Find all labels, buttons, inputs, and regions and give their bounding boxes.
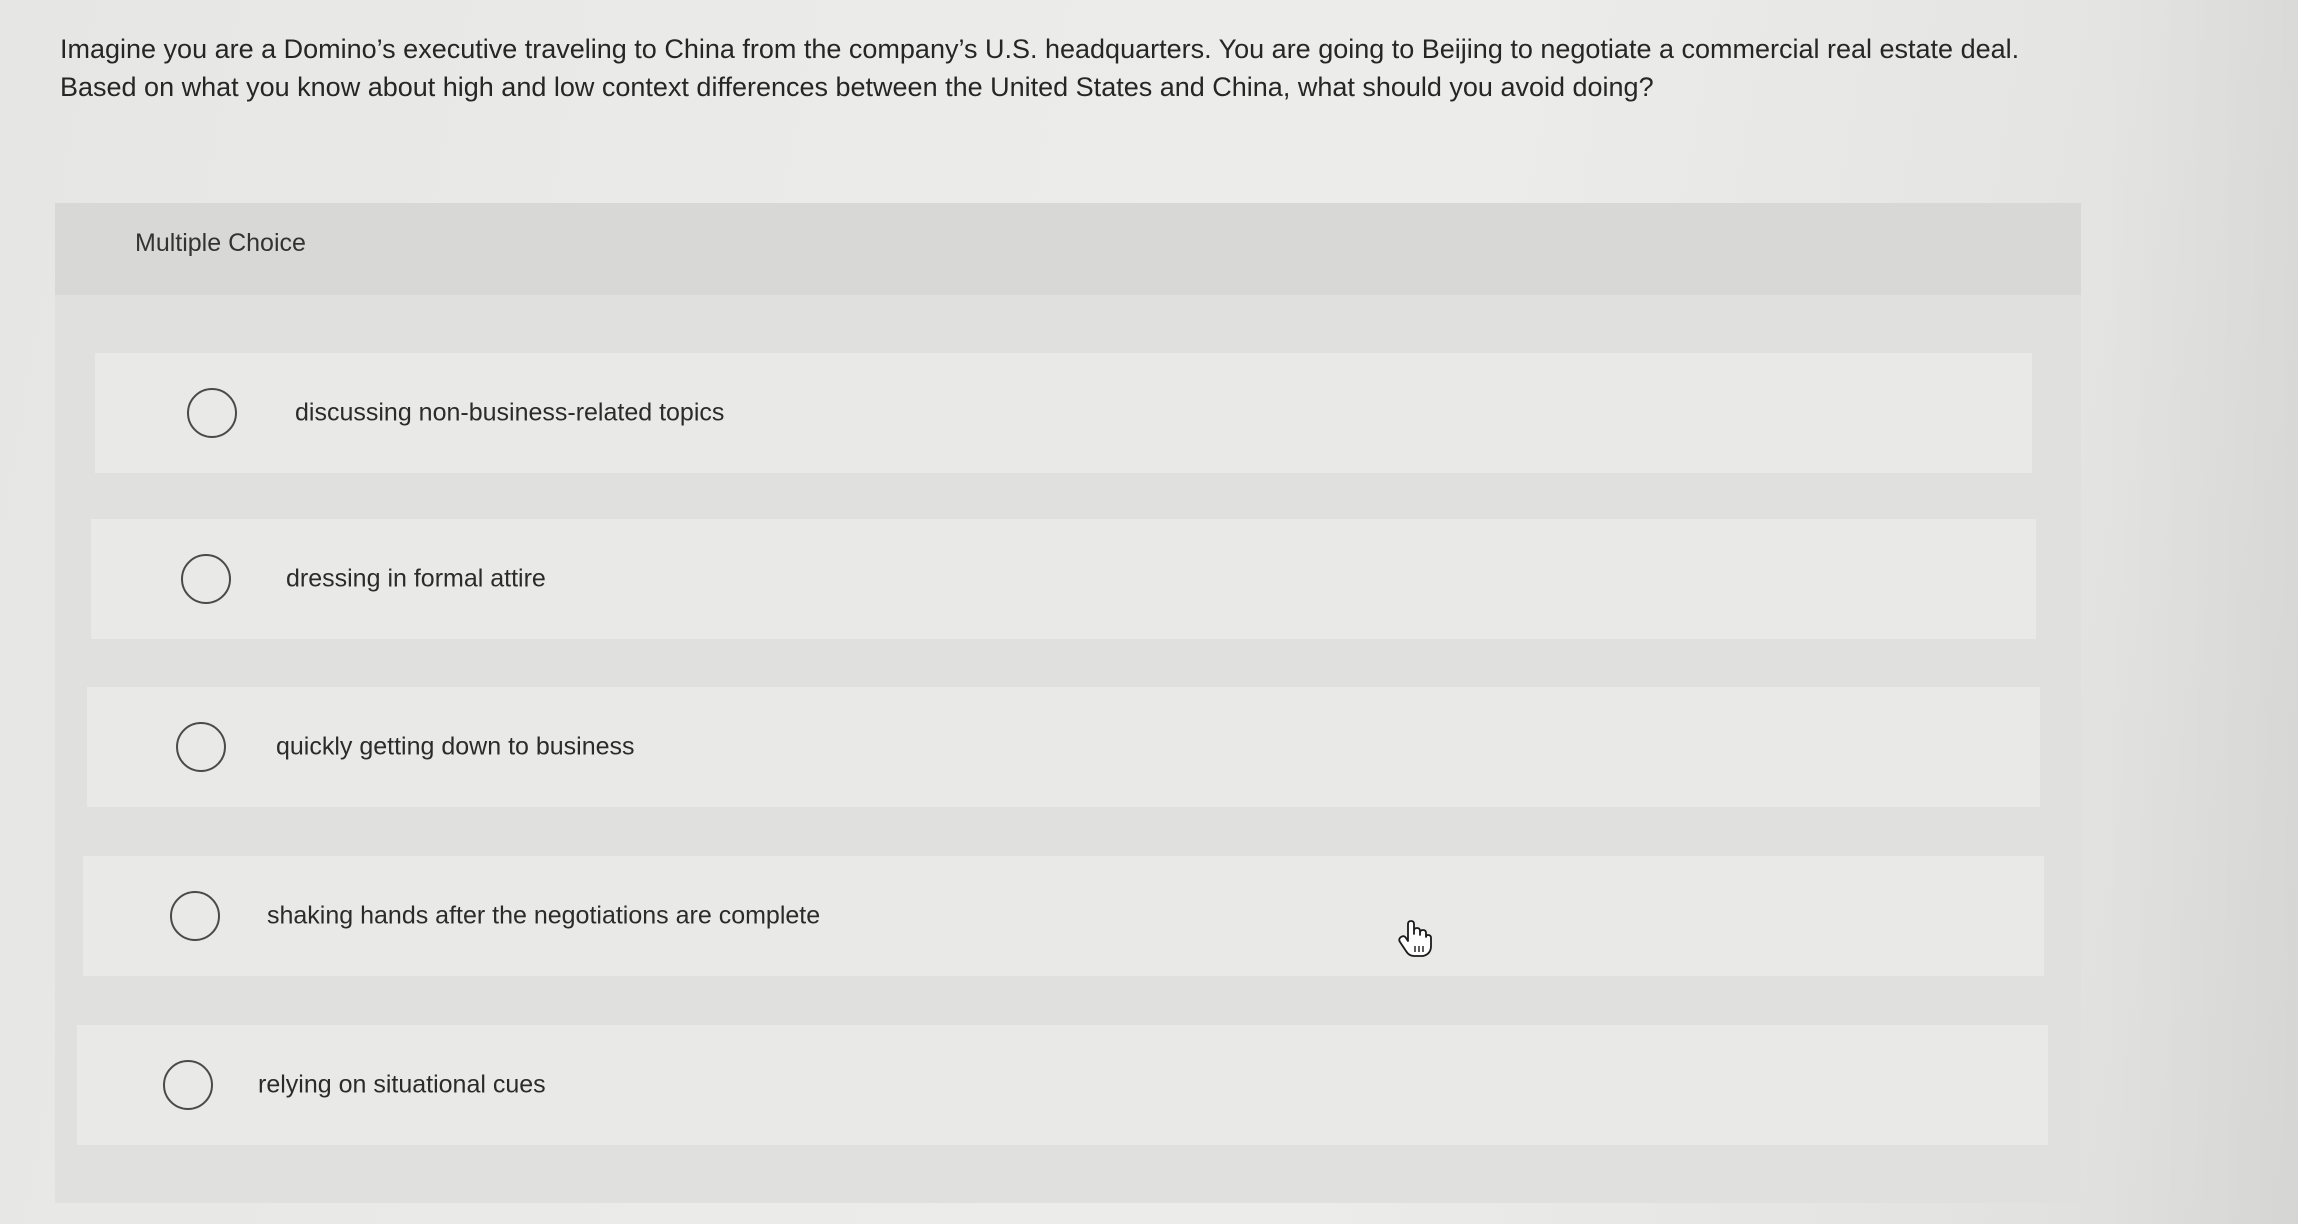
choice-label: discussing non-business-related topics xyxy=(295,398,725,427)
radio-button[interactable] xyxy=(163,1060,213,1110)
choice-option-3[interactable]: quickly getting down to business xyxy=(87,687,2040,807)
hand-pointer-icon xyxy=(1398,920,1432,957)
choice-label: shaking hands after the negotiations are… xyxy=(267,901,821,930)
choice-option-4[interactable]: shaking hands after the negotiations are… xyxy=(83,856,2044,976)
choice-label: relying on situational cues xyxy=(258,1070,546,1099)
screen-glare xyxy=(2098,0,2298,1224)
question-text: Imagine you are a Domino’s executive tra… xyxy=(60,34,2020,102)
choice-option-2[interactable]: dressing in formal attire xyxy=(91,519,2036,639)
choice-label: quickly getting down to business xyxy=(276,732,635,761)
multiple-choice-panel: Multiple Choice discussing non-business-… xyxy=(55,203,2081,1203)
radio-button[interactable] xyxy=(181,554,231,604)
choice-label: dressing in formal attire xyxy=(286,564,546,593)
multiple-choice-header: Multiple Choice xyxy=(55,203,2081,295)
radio-button[interactable] xyxy=(187,388,237,438)
multiple-choice-title: Multiple Choice xyxy=(135,229,306,257)
choice-option-5[interactable]: relying on situational cues xyxy=(77,1025,2048,1145)
choice-option-1[interactable]: discussing non-business-related topics xyxy=(95,353,2032,473)
radio-button[interactable] xyxy=(170,891,220,941)
radio-button[interactable] xyxy=(176,722,226,772)
